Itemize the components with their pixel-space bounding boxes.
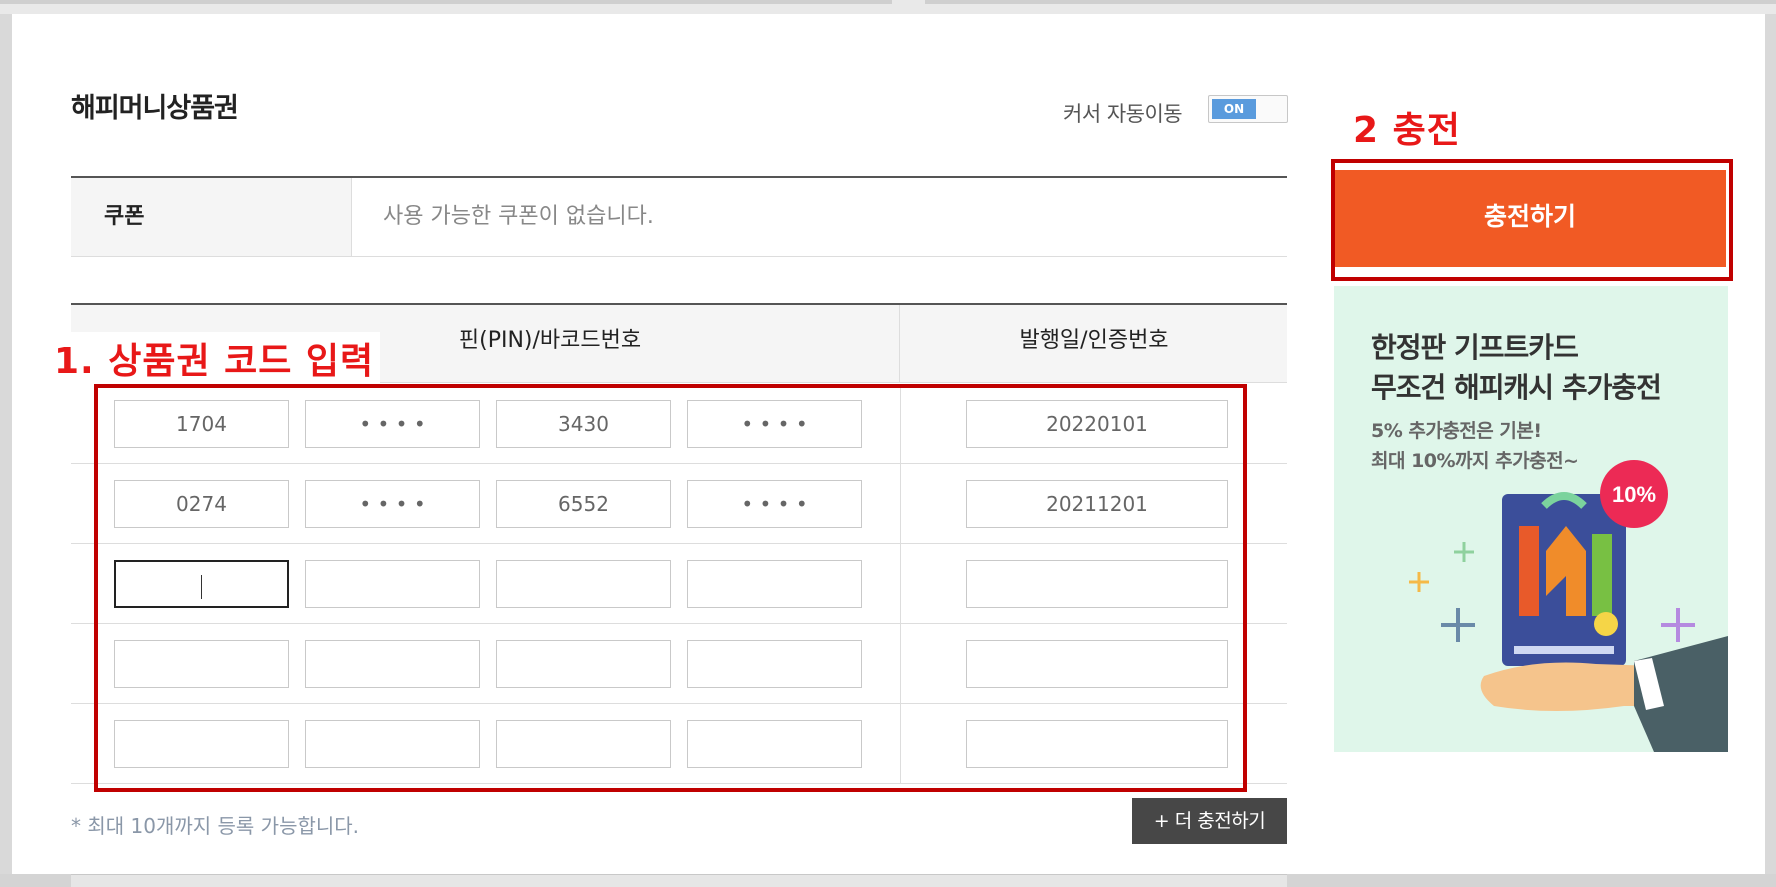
gift-card-icon [1502, 492, 1626, 666]
coupon-row: 쿠폰 사용 가능한 쿠폰이 없습니다. [71, 176, 1287, 257]
annotation-box-code-input [94, 384, 1247, 792]
plus-sparkle-icon [1661, 608, 1695, 642]
date-column-header: 발행일/인증번호 [1019, 328, 1169, 353]
bottom-strip [0, 874, 1776, 887]
annotation-step2-label: 2 충전 [1353, 110, 1461, 151]
next-section-edge [71, 874, 1287, 887]
badge-text: 10% [1612, 482, 1656, 507]
add-more-button[interactable]: + 더 충전하기 [1132, 798, 1287, 844]
plus-sparkle-icon [1441, 608, 1475, 642]
window-top-bar [0, 0, 1776, 14]
plus-sparkle-icon [1409, 572, 1429, 592]
registration-limit-note: * 최대 10개까지 등록 가능합니다. [71, 814, 360, 838]
banner-illustration: 10% [1409, 460, 1728, 752]
auto-cursor-label: 커서 자동이동 [1063, 102, 1183, 126]
page-title: 해피머니상품권 [71, 93, 239, 124]
annotation-step1-label: 1. 상품권 코드 입력 [54, 332, 381, 384]
plus-sparkle-icon [1454, 542, 1474, 562]
auto-cursor-toggle[interactable]: ON [1208, 95, 1288, 123]
coupon-label: 쿠폰 [71, 178, 352, 256]
toggle-on-knob: ON [1212, 99, 1256, 119]
percent-badge-icon: 10% [1600, 460, 1668, 528]
promo-banner[interactable]: 한정판 기프트카드 무조건 해피캐시 추가충전 5% 추가충전은 기본! 최대 … [1334, 286, 1728, 752]
coupon-value: 사용 가능한 쿠폰이 없습니다. [383, 204, 654, 229]
tab-strip-right [925, 0, 1776, 4]
tab-strip-left [0, 0, 892, 4]
annotation-box-charge [1331, 159, 1733, 281]
